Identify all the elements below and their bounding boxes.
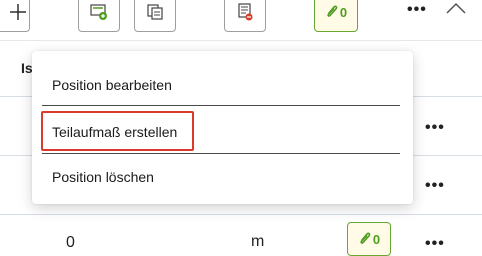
column-header: Is [21,60,33,76]
add-document-button[interactable] [78,0,120,32]
context-menu: Position bearbeiten Teilaufmaß erstellen… [32,51,413,204]
row-value-partial: 0 [66,234,75,251]
row-more-button[interactable]: ••• [425,235,445,253]
toolbar: 0 ••• [0,0,482,38]
attachments-button[interactable]: 0 [314,0,358,32]
attachments-count: 0 [339,4,348,20]
row-more-button[interactable]: ••• [425,177,445,195]
plus-icon [10,4,26,20]
row-attachments-button[interactable]: 0 [347,222,391,256]
table-divider [0,40,482,41]
table-divider [0,214,482,215]
row-unit-partial: m [251,233,265,250]
row-attachments-count: 0 [372,231,381,247]
paperclip-icon [327,5,338,17]
document-remove-icon [238,3,253,21]
menu-separator [42,153,400,154]
chevron-up-icon[interactable] [446,2,466,14]
row-more-button[interactable]: ••• [425,119,445,137]
menu-separator [42,105,400,106]
paperclip-icon [360,232,371,244]
document-add-icon [90,4,107,20]
remove-document-button[interactable] [224,0,266,32]
menu-item-delete-position[interactable]: Position löschen [52,169,154,185]
add-button[interactable] [0,0,30,32]
more-options-button[interactable]: ••• [407,1,427,19]
menu-item-create-partial-measurement[interactable]: Teilaufmaß erstellen [52,124,177,140]
menu-item-edit-position[interactable]: Position bearbeiten [52,77,172,93]
copy-icon [147,4,163,20]
copy-button[interactable] [134,0,176,32]
